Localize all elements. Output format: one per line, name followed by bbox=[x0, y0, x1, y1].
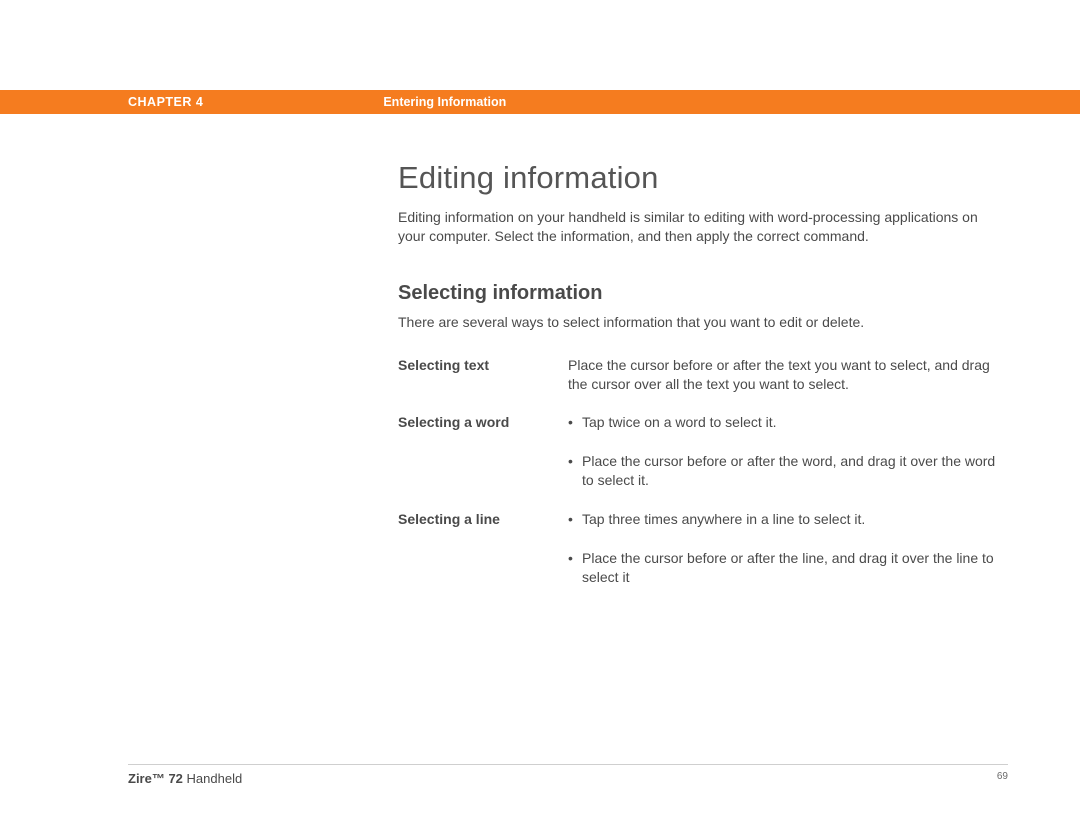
definition-body: Tap three times anywhere in a line to se… bbox=[568, 510, 1008, 587]
bullet-item: Place the cursor before or after the wor… bbox=[568, 452, 1008, 490]
page-content: Editing information Editing information … bbox=[398, 160, 1008, 607]
product-name-bold: Zire™ 72 bbox=[128, 771, 183, 786]
definition-term: Selecting a line bbox=[398, 510, 568, 587]
definition-term: Selecting a word bbox=[398, 413, 568, 490]
definition-body: Place the cursor before or after the tex… bbox=[568, 356, 1008, 394]
page-footer: Zire™ 72 Handheld 69 bbox=[128, 764, 1008, 786]
section-title: Entering Information bbox=[383, 95, 506, 109]
intro-paragraph: Editing information on your handheld is … bbox=[398, 208, 1008, 246]
definition-body: Tap twice on a word to select it. Place … bbox=[568, 413, 1008, 490]
definition-row: Selecting a line Tap three times anywher… bbox=[398, 510, 1008, 587]
page-number: 69 bbox=[997, 771, 1008, 786]
chapter-label: CHAPTER 4 bbox=[128, 95, 203, 109]
sub-heading: Selecting information bbox=[398, 282, 1008, 305]
bullet-item: Tap twice on a word to select it. bbox=[568, 413, 1008, 432]
definition-row: Selecting a word Tap twice on a word to … bbox=[398, 413, 1008, 490]
bullet-item: Tap three times anywhere in a line to se… bbox=[568, 510, 1008, 529]
page-heading: Editing information bbox=[398, 160, 1008, 196]
chapter-header-bar: CHAPTER 4 Entering Information bbox=[0, 90, 1080, 114]
definition-term: Selecting text bbox=[398, 356, 568, 394]
bullet-item: Place the cursor before or after the lin… bbox=[568, 549, 1008, 587]
product-name: Zire™ 72 Handheld bbox=[128, 771, 242, 786]
product-name-rest: Handheld bbox=[183, 771, 242, 786]
definition-row: Selecting text Place the cursor before o… bbox=[398, 356, 1008, 394]
sub-intro-paragraph: There are several ways to select informa… bbox=[398, 313, 1008, 332]
